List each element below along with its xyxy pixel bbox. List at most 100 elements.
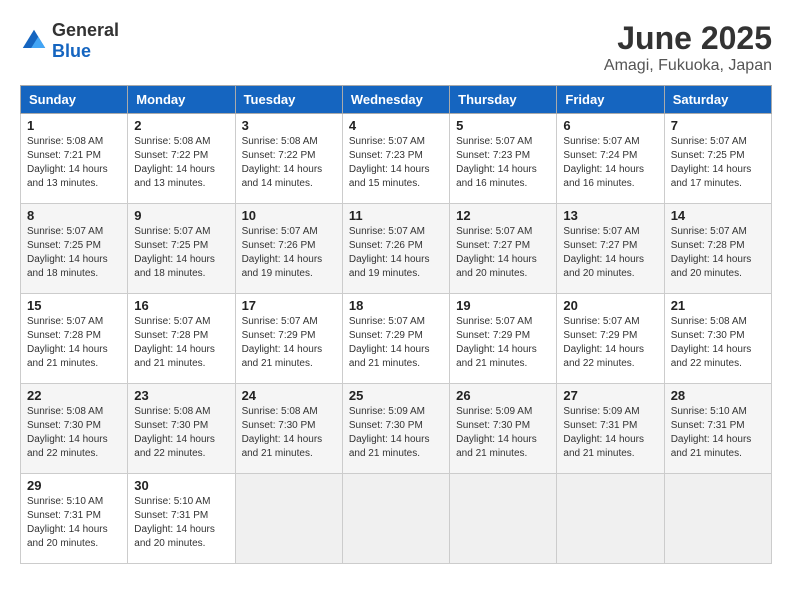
day-number: 20	[563, 298, 657, 313]
table-row: 13 Sunrise: 5:07 AM Sunset: 7:27 PM Dayl…	[557, 204, 664, 294]
day-info: Sunrise: 5:07 AM Sunset: 7:27 PM Dayligh…	[456, 225, 550, 281]
day-number: 3	[242, 118, 336, 133]
table-row: 8 Sunrise: 5:07 AM Sunset: 7:25 PM Dayli…	[21, 204, 128, 294]
logo-text: General Blue	[52, 20, 119, 62]
day-number: 5	[456, 118, 550, 133]
day-info: Sunrise: 5:10 AM Sunset: 7:31 PM Dayligh…	[134, 495, 228, 551]
col-thursday: Thursday	[450, 86, 557, 114]
calendar-week-3: 15 Sunrise: 5:07 AM Sunset: 7:28 PM Dayl…	[21, 294, 772, 384]
calendar-week-4: 22 Sunrise: 5:08 AM Sunset: 7:30 PM Dayl…	[21, 384, 772, 474]
table-row: 9 Sunrise: 5:07 AM Sunset: 7:25 PM Dayli…	[128, 204, 235, 294]
table-row: 6 Sunrise: 5:07 AM Sunset: 7:24 PM Dayli…	[557, 114, 664, 204]
table-row	[450, 474, 557, 564]
logo: General Blue	[20, 20, 119, 62]
day-info: Sunrise: 5:08 AM Sunset: 7:22 PM Dayligh…	[134, 135, 228, 191]
day-number: 27	[563, 388, 657, 403]
table-row: 5 Sunrise: 5:07 AM Sunset: 7:23 PM Dayli…	[450, 114, 557, 204]
day-number: 26	[456, 388, 550, 403]
col-monday: Monday	[128, 86, 235, 114]
day-number: 9	[134, 208, 228, 223]
day-info: Sunrise: 5:07 AM Sunset: 7:26 PM Dayligh…	[349, 225, 443, 281]
day-info: Sunrise: 5:07 AM Sunset: 7:25 PM Dayligh…	[27, 225, 121, 281]
day-number: 28	[671, 388, 765, 403]
calendar-table: Sunday Monday Tuesday Wednesday Thursday…	[20, 85, 772, 564]
day-info: Sunrise: 5:08 AM Sunset: 7:30 PM Dayligh…	[27, 405, 121, 461]
day-info: Sunrise: 5:08 AM Sunset: 7:30 PM Dayligh…	[242, 405, 336, 461]
day-number: 8	[27, 208, 121, 223]
logo-general: General	[52, 20, 119, 40]
day-number: 11	[349, 208, 443, 223]
table-row: 26 Sunrise: 5:09 AM Sunset: 7:30 PM Dayl…	[450, 384, 557, 474]
table-row	[557, 474, 664, 564]
table-row: 25 Sunrise: 5:09 AM Sunset: 7:30 PM Dayl…	[342, 384, 449, 474]
day-info: Sunrise: 5:09 AM Sunset: 7:30 PM Dayligh…	[349, 405, 443, 461]
day-info: Sunrise: 5:07 AM Sunset: 7:25 PM Dayligh…	[134, 225, 228, 281]
day-number: 21	[671, 298, 765, 313]
calendar-week-1: 1 Sunrise: 5:08 AM Sunset: 7:21 PM Dayli…	[21, 114, 772, 204]
calendar-week-2: 8 Sunrise: 5:07 AM Sunset: 7:25 PM Dayli…	[21, 204, 772, 294]
table-row: 1 Sunrise: 5:08 AM Sunset: 7:21 PM Dayli…	[21, 114, 128, 204]
day-number: 22	[27, 388, 121, 403]
table-row: 27 Sunrise: 5:09 AM Sunset: 7:31 PM Dayl…	[557, 384, 664, 474]
day-number: 19	[456, 298, 550, 313]
day-number: 7	[671, 118, 765, 133]
day-info: Sunrise: 5:07 AM Sunset: 7:29 PM Dayligh…	[563, 315, 657, 371]
day-info: Sunrise: 5:08 AM Sunset: 7:30 PM Dayligh…	[134, 405, 228, 461]
table-row: 12 Sunrise: 5:07 AM Sunset: 7:27 PM Dayl…	[450, 204, 557, 294]
day-info: Sunrise: 5:07 AM Sunset: 7:23 PM Dayligh…	[349, 135, 443, 191]
day-info: Sunrise: 5:10 AM Sunset: 7:31 PM Dayligh…	[671, 405, 765, 461]
day-info: Sunrise: 5:07 AM Sunset: 7:23 PM Dayligh…	[456, 135, 550, 191]
col-wednesday: Wednesday	[342, 86, 449, 114]
month-title: June 2025	[604, 20, 772, 57]
day-info: Sunrise: 5:08 AM Sunset: 7:22 PM Dayligh…	[242, 135, 336, 191]
day-info: Sunrise: 5:10 AM Sunset: 7:31 PM Dayligh…	[27, 495, 121, 551]
day-info: Sunrise: 5:07 AM Sunset: 7:28 PM Dayligh…	[27, 315, 121, 371]
day-number: 17	[242, 298, 336, 313]
day-info: Sunrise: 5:07 AM Sunset: 7:29 PM Dayligh…	[242, 315, 336, 371]
table-row: 7 Sunrise: 5:07 AM Sunset: 7:25 PM Dayli…	[664, 114, 771, 204]
day-info: Sunrise: 5:07 AM Sunset: 7:27 PM Dayligh…	[563, 225, 657, 281]
day-number: 12	[456, 208, 550, 223]
table-row: 21 Sunrise: 5:08 AM Sunset: 7:30 PM Dayl…	[664, 294, 771, 384]
logo-icon	[20, 27, 48, 55]
table-row: 10 Sunrise: 5:07 AM Sunset: 7:26 PM Dayl…	[235, 204, 342, 294]
table-row: 24 Sunrise: 5:08 AM Sunset: 7:30 PM Dayl…	[235, 384, 342, 474]
col-saturday: Saturday	[664, 86, 771, 114]
day-info: Sunrise: 5:07 AM Sunset: 7:24 PM Dayligh…	[563, 135, 657, 191]
page-header: General Blue June 2025 Amagi, Fukuoka, J…	[20, 20, 772, 75]
day-number: 16	[134, 298, 228, 313]
calendar-header-row: Sunday Monday Tuesday Wednesday Thursday…	[21, 86, 772, 114]
table-row: 28 Sunrise: 5:10 AM Sunset: 7:31 PM Dayl…	[664, 384, 771, 474]
table-row: 19 Sunrise: 5:07 AM Sunset: 7:29 PM Dayl…	[450, 294, 557, 384]
table-row: 15 Sunrise: 5:07 AM Sunset: 7:28 PM Dayl…	[21, 294, 128, 384]
col-tuesday: Tuesday	[235, 86, 342, 114]
day-number: 18	[349, 298, 443, 313]
day-number: 29	[27, 478, 121, 493]
logo-blue: Blue	[52, 41, 91, 61]
col-friday: Friday	[557, 86, 664, 114]
table-row: 11 Sunrise: 5:07 AM Sunset: 7:26 PM Dayl…	[342, 204, 449, 294]
day-number: 15	[27, 298, 121, 313]
table-row: 3 Sunrise: 5:08 AM Sunset: 7:22 PM Dayli…	[235, 114, 342, 204]
day-number: 10	[242, 208, 336, 223]
day-info: Sunrise: 5:07 AM Sunset: 7:25 PM Dayligh…	[671, 135, 765, 191]
table-row: 22 Sunrise: 5:08 AM Sunset: 7:30 PM Dayl…	[21, 384, 128, 474]
day-info: Sunrise: 5:08 AM Sunset: 7:21 PM Dayligh…	[27, 135, 121, 191]
day-info: Sunrise: 5:09 AM Sunset: 7:30 PM Dayligh…	[456, 405, 550, 461]
day-number: 6	[563, 118, 657, 133]
table-row: 18 Sunrise: 5:07 AM Sunset: 7:29 PM Dayl…	[342, 294, 449, 384]
table-row	[664, 474, 771, 564]
table-row: 29 Sunrise: 5:10 AM Sunset: 7:31 PM Dayl…	[21, 474, 128, 564]
day-number: 14	[671, 208, 765, 223]
day-info: Sunrise: 5:09 AM Sunset: 7:31 PM Dayligh…	[563, 405, 657, 461]
table-row: 14 Sunrise: 5:07 AM Sunset: 7:28 PM Dayl…	[664, 204, 771, 294]
day-info: Sunrise: 5:07 AM Sunset: 7:28 PM Dayligh…	[134, 315, 228, 371]
day-number: 4	[349, 118, 443, 133]
location-title: Amagi, Fukuoka, Japan	[604, 57, 772, 75]
day-info: Sunrise: 5:07 AM Sunset: 7:28 PM Dayligh…	[671, 225, 765, 281]
day-number: 13	[563, 208, 657, 223]
day-info: Sunrise: 5:07 AM Sunset: 7:29 PM Dayligh…	[456, 315, 550, 371]
col-sunday: Sunday	[21, 86, 128, 114]
table-row	[342, 474, 449, 564]
calendar-week-5: 29 Sunrise: 5:10 AM Sunset: 7:31 PM Dayl…	[21, 474, 772, 564]
